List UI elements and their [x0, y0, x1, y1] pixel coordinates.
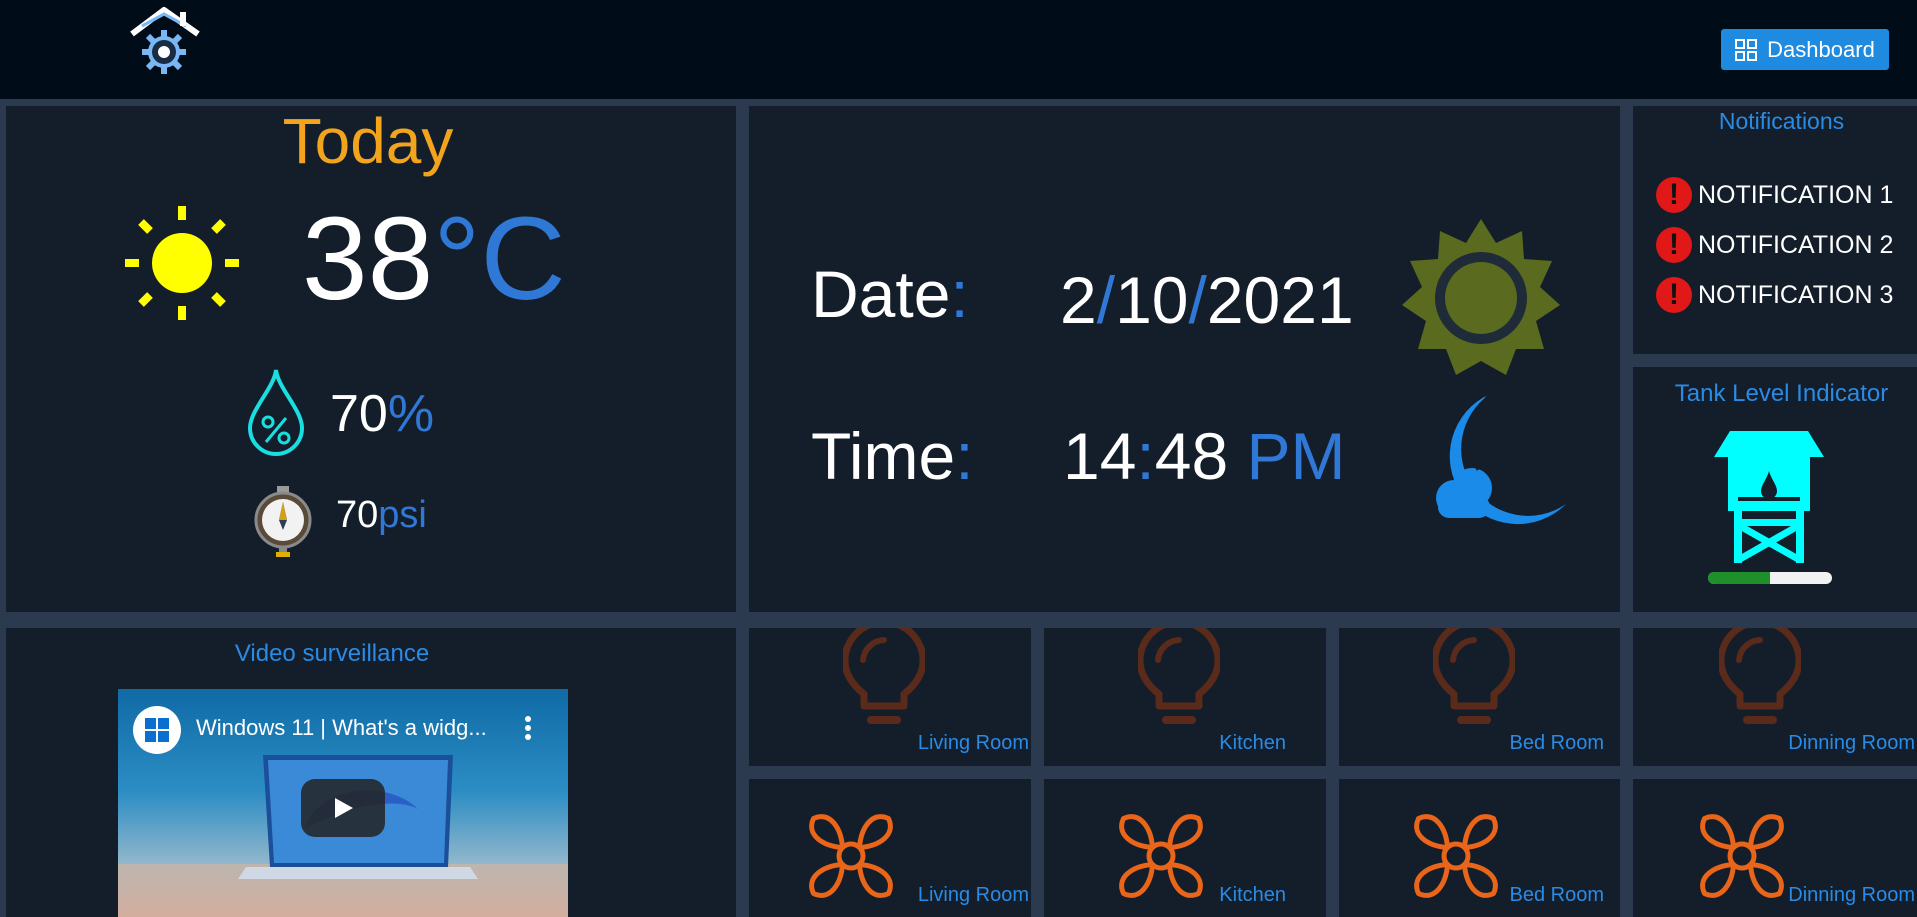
dashboard-button-label: Dashboard [1767, 36, 1875, 62]
pressure-value: 70 [336, 494, 379, 536]
light-tile-kitchen[interactable]: Kitchen [1044, 628, 1326, 766]
pressure-unit: psi [378, 494, 427, 536]
light-tile-living-room[interactable]: Living Room [749, 628, 1031, 766]
video-player[interactable]: Windows 11 | What's a widg... [118, 689, 568, 917]
top-header: Dashboard [0, 0, 1917, 99]
notification-item[interactable]: ! NOTIFICATION 2 [1656, 227, 1893, 263]
fan-tile-label: Kitchen [1219, 884, 1286, 906]
play-icon [335, 798, 353, 818]
notification-text: NOTIFICATION 1 [1698, 180, 1894, 209]
date-value: 2/10/2021 [1060, 263, 1354, 337]
fan-icon [1399, 799, 1513, 913]
notification-text: NOTIFICATION 2 [1698, 230, 1894, 259]
tank-level-bar [1708, 572, 1832, 584]
fan-tile-label: Bed Room [1509, 884, 1605, 906]
channel-avatar[interactable] [133, 706, 181, 754]
light-tile-label: Kitchen [1219, 732, 1286, 754]
smart-home-logo-icon[interactable] [128, 4, 204, 76]
temperature-readout: 38°C [302, 200, 566, 318]
humidity-icon [244, 366, 308, 458]
fan-tile-living-room[interactable]: Living Room [749, 779, 1031, 917]
alert-icon: ! [1656, 277, 1692, 313]
pressure-gauge-icon [253, 484, 313, 560]
notification-item[interactable]: ! NOTIFICATION 3 [1656, 277, 1893, 313]
fan-icon [1104, 799, 1218, 913]
humidity-value: 70 [330, 385, 388, 443]
alert-icon: ! [1656, 227, 1692, 263]
notification-text: NOTIFICATION 3 [1698, 280, 1894, 309]
light-bulb-icon [1433, 628, 1515, 738]
day-sun-icon [1400, 217, 1562, 379]
time-label: Time: [811, 419, 974, 493]
tank-title: Tank Level Indicator [1674, 380, 1889, 407]
light-bulb-icon [1138, 628, 1220, 738]
pressure-readout: 70psi [336, 494, 427, 537]
light-tile-label: Bed Room [1509, 732, 1605, 754]
humidity-readout: 70% [330, 384, 434, 444]
humidity-unit: % [387, 385, 435, 443]
dashboard-button[interactable]: Dashboard [1721, 29, 1889, 70]
night-moon-cloud-icon [1428, 392, 1568, 532]
light-tile-label: Dinning Room [1788, 732, 1915, 754]
alert-icon: ! [1656, 177, 1692, 213]
fan-icon [794, 799, 908, 913]
fan-icon [1685, 799, 1799, 913]
notifications-title: Notifications [1718, 108, 1845, 134]
temperature-unit: °C [433, 193, 566, 325]
temperature-value: 38 [302, 193, 434, 325]
water-tank-icon [1710, 427, 1828, 563]
light-tile-bed-room[interactable]: Bed Room [1339, 628, 1620, 766]
more-options-icon[interactable] [520, 713, 536, 743]
light-bulb-icon [1719, 628, 1801, 738]
time-value: 14:48 PM [1063, 419, 1346, 493]
weather-title: Today [282, 105, 454, 177]
date-label: Date: [811, 257, 969, 331]
play-button[interactable] [301, 779, 385, 837]
light-bulb-icon [843, 628, 925, 738]
fan-tile-label: Living Room [917, 884, 1029, 906]
sun-icon [122, 203, 242, 323]
grid-icon [1735, 38, 1758, 61]
light-tile-dinning-room[interactable]: Dinning Room [1633, 628, 1917, 766]
fan-tile-bed-room[interactable]: Bed Room [1339, 779, 1620, 917]
notification-item[interactable]: ! NOTIFICATION 1 [1656, 177, 1893, 213]
video-title[interactable]: Windows 11 | What's a widg... [196, 715, 487, 741]
tank-level-fill [1708, 572, 1770, 584]
fan-tile-label: Dinning Room [1788, 884, 1915, 906]
fan-tile-dinning-room[interactable]: Dinning Room [1633, 779, 1917, 917]
fan-tile-kitchen[interactable]: Kitchen [1044, 779, 1326, 917]
light-tile-label: Living Room [917, 732, 1029, 754]
video-surveillance-title: Video surveillance [234, 640, 430, 667]
